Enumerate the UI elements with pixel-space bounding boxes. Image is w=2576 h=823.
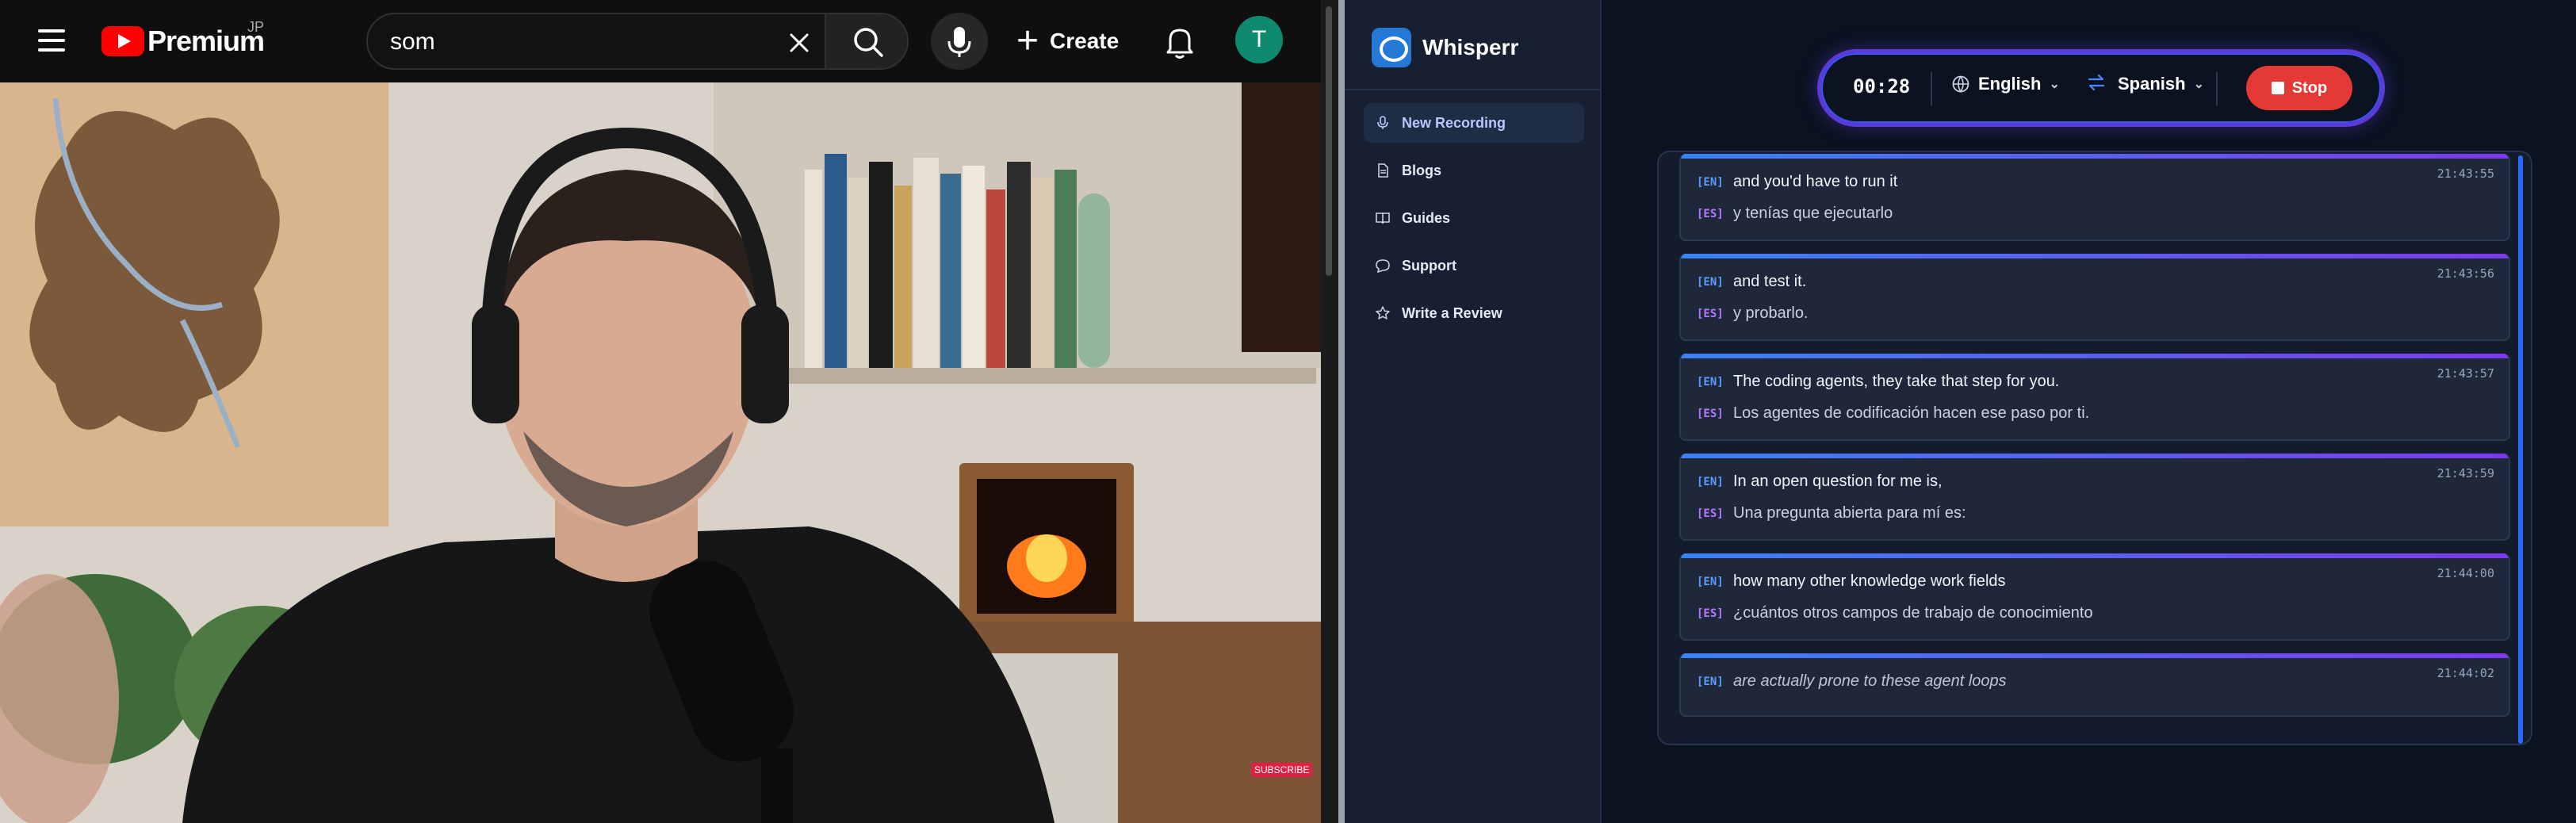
english-tag: [EN] — [1697, 675, 1724, 688]
hamburger-menu-icon[interactable] — [35, 25, 70, 57]
youtube-header: Premium JP som + Create T — [0, 0, 1338, 82]
scrollbar-thumb[interactable] — [2518, 155, 2523, 744]
notifications-bell-icon[interactable] — [1159, 21, 1200, 62]
voice-search-button[interactable] — [931, 13, 988, 70]
transcript-entry: 21:43:56 [EN] and test it. [ES] y probarlo… — [1679, 254, 2510, 341]
sidebar-divider — [1345, 89, 1600, 90]
search-button[interactable] — [825, 13, 909, 70]
entry-timestamp: 21:44:00 — [2436, 566, 2494, 580]
controls-divider — [1931, 72, 1932, 105]
recording-timer: 00:28 — [1853, 75, 1911, 98]
youtube-premium-logo[interactable]: Premium JP — [101, 19, 265, 63]
sidebar-nav: New Recording Blogs Guides Support Write… — [1364, 103, 1584, 341]
entry-timestamp: 21:44:02 — [2436, 666, 2494, 680]
video-frame-image — [0, 82, 1321, 823]
target-language-label: Spanish — [2118, 74, 2186, 94]
create-button[interactable]: + Create — [1016, 14, 1119, 68]
transcript-entry-interim: 21:44:02 [EN] are actually prone to these… — [1679, 653, 2510, 717]
sidebar-item-label: Write a Review — [1402, 304, 1502, 321]
star-icon — [1376, 306, 1390, 320]
mic-icon — [947, 27, 971, 57]
sidebar-item-label: Blogs — [1402, 162, 1442, 178]
create-label: Create — [1050, 29, 1120, 53]
entry-timestamp: 21:43:55 — [2436, 167, 2494, 181]
entry-timestamp: 21:43:57 — [2436, 366, 2494, 381]
english-tag: [EN] — [1697, 375, 1724, 389]
spanish-text: Una pregunta abierta para mí es: — [1733, 504, 1966, 522]
spanish-text: y probarlo. — [1733, 304, 1809, 322]
english-text: and test it. — [1733, 273, 1807, 290]
stop-label: Stop — [2291, 78, 2328, 97]
spanish-tag: [ES] — [1697, 307, 1724, 320]
search-input[interactable]: som — [390, 29, 435, 56]
mic-icon — [1377, 116, 1388, 129]
source-language-select[interactable]: English ⌄ — [1951, 74, 2060, 94]
sidebar-item-blogs[interactable]: Blogs — [1364, 151, 1584, 190]
target-language-select[interactable]: Spanish ⌄ — [2118, 74, 2204, 94]
english-tag: [EN] — [1697, 175, 1724, 189]
transcript-entry: 21:43:59 [EN] In an open question for me … — [1679, 454, 2510, 541]
sidebar-item-label: Support — [1402, 257, 1456, 274]
stop-icon — [2271, 82, 2284, 94]
spanish-tag: [ES] — [1697, 507, 1724, 520]
sidebar-item-label: New Recording — [1402, 114, 1506, 131]
spanish-tag: [ES] — [1697, 207, 1724, 220]
logo-text: Premium — [147, 25, 265, 57]
region-code: JP — [247, 19, 265, 35]
search-box[interactable]: som — [366, 13, 831, 70]
transcript-entry: 21:43:57 [EN] The coding agents, they tak… — [1679, 354, 2510, 441]
english-text: how many other knowledge work fields — [1733, 572, 2006, 590]
source-language-label: English — [1978, 74, 2042, 94]
sidebar-item-label: Guides — [1402, 209, 1451, 226]
transcript-entry: 21:43:55 [EN] and you'd have to run it [E… — [1679, 154, 2510, 241]
transcript-scrollbar[interactable] — [2515, 152, 2531, 744]
recording-controls: 00:28 English ⌄ Spanish ⌄ Stop — [1817, 49, 2385, 127]
book-icon — [1376, 212, 1390, 224]
page-scrollbar[interactable] — [1321, 0, 1338, 823]
document-icon — [1378, 163, 1388, 178]
entry-timestamp: 21:43:59 — [2436, 466, 2494, 480]
account-avatar[interactable]: T — [1235, 16, 1283, 63]
subscribe-watermark[interactable]: SUBSCRIBE — [1251, 763, 1313, 777]
sidebar-item-support[interactable]: Support — [1364, 246, 1584, 285]
spanish-text: y tenías que ejecutarlo — [1733, 205, 1893, 222]
entry-timestamp: 21:43:56 — [2436, 266, 2494, 281]
english-tag: [EN] — [1697, 275, 1724, 289]
window-divider[interactable] — [1338, 0, 1345, 823]
english-text: The coding agents, they take that step f… — [1733, 373, 2060, 390]
english-tag: [EN] — [1697, 475, 1724, 488]
stop-button[interactable]: Stop — [2246, 66, 2352, 110]
clear-search-icon[interactable] — [782, 25, 817, 60]
youtube-play-icon — [101, 26, 144, 56]
chevron-down-icon: ⌄ — [2049, 78, 2060, 91]
sidebar: Whisperr New Recording Blogs Guides Supp… — [1345, 0, 1602, 823]
scrollbar-thumb[interactable] — [1326, 6, 1332, 276]
whisperr-logo-icon — [1372, 28, 1411, 67]
brand[interactable]: Whisperr — [1372, 27, 1518, 68]
globe-icon — [1952, 75, 1969, 93]
controls-divider — [2216, 72, 2218, 105]
youtube-window: Premium JP som + Create T SUBSCRIBE — [0, 0, 1338, 823]
chevron-down-icon: ⌄ — [2193, 78, 2204, 91]
search-icon — [854, 28, 883, 57]
spanish-tag: [ES] — [1697, 407, 1724, 420]
spanish-text: ¿cuántos otros campos de trabajo de cono… — [1733, 604, 2093, 622]
spanish-text: Los agentes de codificación hacen ese pa… — [1733, 404, 2090, 422]
english-text: In an open question for me is, — [1733, 473, 1943, 490]
spanish-tag: [ES] — [1697, 607, 1724, 620]
english-text-interim: are actually prone to these agent loops — [1733, 672, 2007, 690]
plus-icon: + — [1016, 20, 1039, 62]
sidebar-item-write-review[interactable]: Write a Review — [1364, 293, 1584, 333]
transcript-panel[interactable]: 21:43:55 [EN] and you'd have to run it [E… — [1657, 151, 2532, 745]
sidebar-item-new-recording[interactable]: New Recording — [1364, 103, 1584, 143]
whisperr-window: Whisperr New Recording Blogs Guides Supp… — [1345, 0, 2576, 823]
english-tag: [EN] — [1697, 575, 1724, 588]
swap-languages-icon[interactable] — [2086, 72, 2107, 93]
video-player[interactable]: SUBSCRIBE — [0, 82, 1321, 823]
transcript-entry: 21:44:00 [EN] how many other knowledge wo… — [1679, 553, 2510, 641]
sidebar-item-guides[interactable]: Guides — [1364, 198, 1584, 238]
english-text: and you'd have to run it — [1733, 173, 1898, 190]
chat-icon — [1376, 259, 1390, 274]
app-name: Whisperr — [1422, 35, 1519, 59]
